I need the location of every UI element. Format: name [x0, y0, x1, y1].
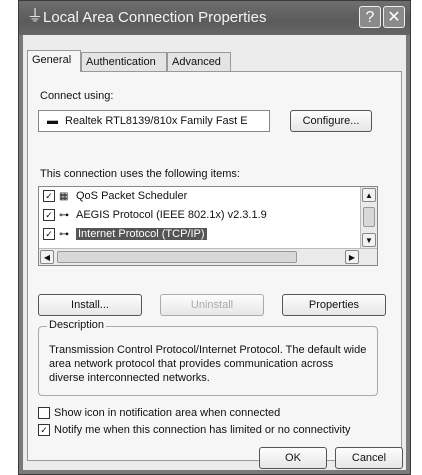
close-button[interactable]: ✕ — [383, 6, 405, 28]
tab-advanced[interactable]: Advanced — [167, 52, 231, 71]
notify-option[interactable]: ✓ Notify me when this connection has limi… — [38, 424, 351, 437]
horizontal-scrollbar[interactable]: ◀ ▶ — [39, 248, 377, 265]
properties-dialog: ⏚ Local Area Connection Properties ? ✕ G… — [18, 0, 411, 475]
cancel-button[interactable]: Cancel — [335, 447, 403, 469]
network-connection-icon: ⏚ — [27, 8, 44, 25]
dialog-title: Local Area Connection Properties — [43, 9, 267, 26]
description-group: Description Transmission Control Protoco… — [38, 319, 378, 396]
vertical-scrollbar[interactable]: ▲ ▼ — [360, 187, 377, 249]
scroll-down-icon[interactable]: ▼ — [362, 233, 376, 247]
show-icon-checkbox[interactable] — [38, 407, 50, 420]
vertical-scroll-thumb[interactable] — [363, 207, 375, 227]
protocol-icon: ⊶ — [59, 210, 69, 221]
show-icon-option[interactable]: Show icon in notification area when conn… — [38, 407, 281, 420]
tab-authentication[interactable]: Authentication — [81, 52, 167, 71]
device-name: Realtek RTL8139/810x Family Fast E — [65, 115, 248, 127]
item-checkbox[interactable]: ✓ — [43, 190, 55, 203]
install-button[interactable]: Install... — [38, 294, 142, 316]
items-label: This connection uses the following items… — [40, 168, 240, 180]
general-panel: Connect using: ▬ Realtek RTL8139/810x Fa… — [27, 71, 402, 461]
description-text: Transmission Control Protocol/Internet P… — [49, 344, 367, 384]
uninstall-button[interactable]: Uninstall — [160, 294, 264, 316]
list-item[interactable]: ✓ ⊶ AEGIS Protocol (IEEE 802.1x) v2.3.1.9 — [43, 209, 267, 225]
scroll-left-icon[interactable]: ◀ — [40, 250, 54, 264]
item-label: Internet Protocol (TCP/IP) — [76, 228, 207, 240]
item-label: QoS Packet Scheduler — [76, 190, 188, 202]
list-item[interactable]: ✓ ▦ QoS Packet Scheduler — [43, 190, 187, 206]
items-list[interactable]: ✓ ▦ QoS Packet Scheduler ✓ ⊶ AEGIS Protocol … — [38, 186, 378, 266]
scheduler-icon: ▦ — [59, 191, 69, 202]
list-item-selected[interactable]: ✓ ⊶ Internet Protocol (TCP/IP) — [43, 228, 207, 244]
show-icon-label: Show icon in notification area when conn… — [54, 407, 281, 419]
configure-button[interactable]: Configure... — [290, 110, 372, 132]
connect-using-label: Connect using: — [40, 90, 114, 102]
description-legend: Description — [47, 319, 107, 331]
title-bar[interactable]: ⏚ Local Area Connection Properties ? ✕ — [19, 1, 410, 35]
device-box: ▬ Realtek RTL8139/810x Family Fast E — [38, 110, 270, 132]
item-checkbox[interactable]: ✓ — [43, 209, 55, 222]
notify-checkbox[interactable]: ✓ — [38, 424, 50, 437]
help-button[interactable]: ? — [359, 6, 381, 28]
item-checkbox[interactable]: ✓ — [43, 228, 55, 241]
item-label: AEGIS Protocol (IEEE 802.1x) v2.3.1.9 — [76, 209, 267, 221]
dialog-body: General Authentication Advanced Connect … — [23, 35, 406, 470]
properties-button[interactable]: Properties — [282, 294, 386, 316]
ok-button[interactable]: OK — [259, 447, 327, 469]
scroll-up-icon[interactable]: ▲ — [362, 188, 376, 202]
notify-label: Notify me when this connection has limit… — [54, 424, 351, 436]
protocol-icon: ⊶ — [59, 229, 69, 240]
horizontal-scroll-thumb[interactable] — [57, 251, 297, 263]
network-adapter-icon: ▬ — [47, 115, 58, 127]
tab-general[interactable]: General — [27, 50, 81, 72]
scroll-right-icon[interactable]: ▶ — [345, 250, 359, 264]
